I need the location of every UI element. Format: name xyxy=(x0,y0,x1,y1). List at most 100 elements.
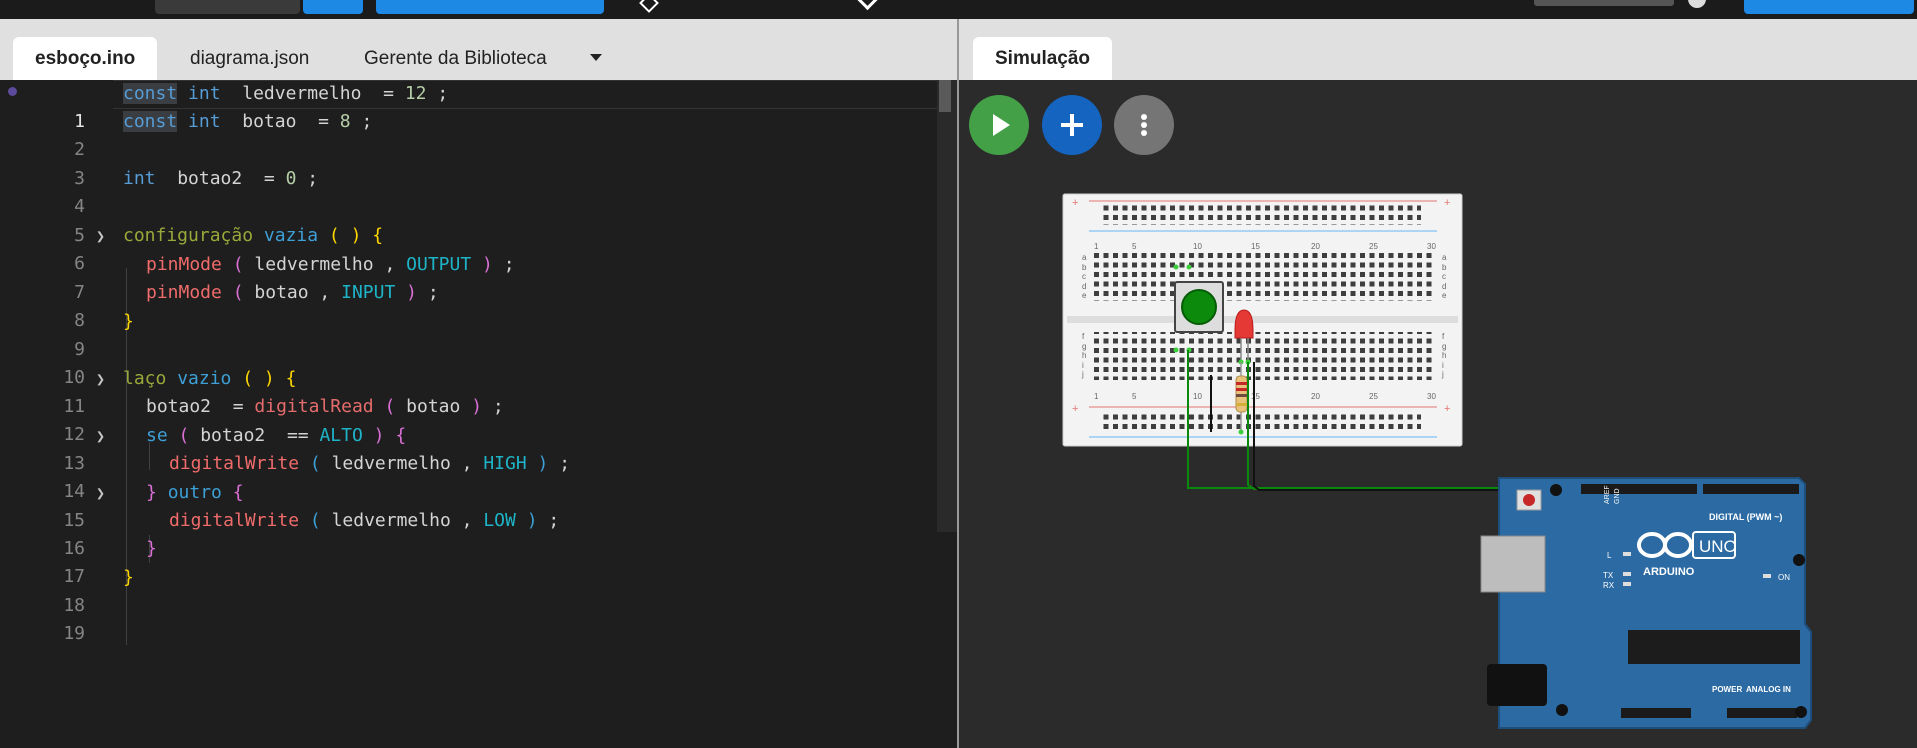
play-icon xyxy=(993,114,1010,136)
tab-library-manager[interactable]: Gerente da Biblioteca xyxy=(342,37,569,80)
function-name: digitalWrite xyxy=(169,453,300,474)
code-line: 16 digitalWrite ( ledvermelho , LOW ) ; xyxy=(0,507,940,559)
chevron-down-icon[interactable] xyxy=(590,54,602,61)
col-label: 20 xyxy=(1311,242,1320,251)
row-label: j xyxy=(1081,370,1084,379)
function-name: pinMode xyxy=(146,254,222,275)
semicolon: ; xyxy=(427,282,439,303)
simulation-canvas[interactable]: + + + + 1 5 10 15 20 25 30 1 5 10 15 20 … xyxy=(959,80,1917,748)
on-label: ON xyxy=(1778,573,1790,582)
breakpoint-icon[interactable] xyxy=(8,87,17,96)
keyword: vazia xyxy=(263,225,319,246)
svg-text:+: + xyxy=(1444,403,1450,415)
identifier: botao2 xyxy=(200,425,266,446)
row-label: g xyxy=(1442,342,1446,351)
type: int xyxy=(188,83,221,104)
code-editor[interactable]: 1 const int ledvermelho = 12 ; 2 const i… xyxy=(0,80,957,748)
rx-label: RX xyxy=(1603,581,1615,590)
identifier: botao xyxy=(254,282,309,303)
row-label: b xyxy=(1442,263,1447,272)
paren: ( xyxy=(328,225,340,246)
identifier: ledvermelho xyxy=(331,453,451,474)
fold-chevron-icon[interactable]: ❯ xyxy=(96,365,105,393)
semicolon: ; xyxy=(548,510,560,531)
scrollbar-thumb[interactable] xyxy=(939,80,951,112)
identifier: ledvermelho xyxy=(242,83,362,104)
paren: ( xyxy=(242,368,254,389)
brace: { xyxy=(232,482,244,503)
tab-diagram[interactable]: diagrama.json xyxy=(168,37,331,80)
col-label: 5 xyxy=(1132,242,1137,251)
number: 0 xyxy=(285,168,297,189)
paren: ( xyxy=(384,396,396,417)
arduino-uno[interactable]: UNO ARDUINO DIGITAL (PWM ~) POWER ANALOG… xyxy=(1480,477,1812,729)
constant: INPUT xyxy=(341,282,396,303)
row-label: h xyxy=(1442,351,1446,360)
col-label: 20 xyxy=(1311,392,1320,401)
avatar[interactable] xyxy=(1688,0,1706,8)
paren: ) xyxy=(406,282,417,303)
col-label: 15 xyxy=(1251,242,1260,251)
toolbar-control[interactable] xyxy=(155,0,300,14)
keyword: se xyxy=(146,425,168,446)
brace: } xyxy=(146,482,157,503)
identifier: botao xyxy=(406,396,461,417)
keyword: outro xyxy=(167,482,222,503)
constant: ALTO xyxy=(319,425,363,446)
toolbar-action-button[interactable] xyxy=(1744,0,1914,14)
svg-text:+: + xyxy=(1072,403,1078,415)
brace: } xyxy=(123,311,134,332)
row-label: g xyxy=(1082,342,1086,351)
paren: ( xyxy=(232,282,244,303)
semicolon: ; xyxy=(361,111,373,132)
identifier: botao xyxy=(242,111,297,132)
gnd-label: GND xyxy=(1614,488,1621,504)
code-line: 19 xyxy=(0,592,940,644)
operator: = xyxy=(383,83,394,104)
chevron-icon[interactable] xyxy=(856,0,879,11)
toolbar-wide-button[interactable] xyxy=(376,0,604,14)
col-label: 25 xyxy=(1369,242,1378,251)
semicolon: ; xyxy=(492,396,504,417)
semicolon: ; xyxy=(307,168,319,189)
constant: OUTPUT xyxy=(406,254,472,275)
fold-chevron-icon[interactable]: ❯ xyxy=(96,479,105,507)
editor-scrollbar[interactable] xyxy=(937,80,957,532)
row-label: c xyxy=(1442,272,1446,281)
breadboard[interactable]: + + + + 1 5 10 15 20 25 30 1 5 10 15 20 … xyxy=(1062,193,1463,447)
fold-chevron-icon[interactable]: ❯ xyxy=(96,422,105,450)
identifier: botao2 xyxy=(177,168,243,189)
analog-label: ANALOG IN xyxy=(1746,685,1791,694)
row-label: a xyxy=(1082,253,1087,262)
fold-chevron-icon[interactable]: ❯ xyxy=(96,222,105,250)
tab-sketch[interactable]: esboço.ino xyxy=(13,37,158,80)
col-label: 5 xyxy=(1132,392,1137,401)
diamond-icon xyxy=(639,0,659,13)
operator: = xyxy=(232,396,244,417)
col-label: 1 xyxy=(1094,392,1099,401)
tab-simulation[interactable]: Simulação xyxy=(973,37,1113,80)
identifier: botao2 xyxy=(146,396,212,417)
toolbar-button[interactable] xyxy=(303,0,363,14)
constant: LOW xyxy=(483,510,516,531)
more-options-button[interactable] xyxy=(1114,95,1174,155)
add-part-button[interactable] xyxy=(1042,95,1102,155)
semicolon: ; xyxy=(559,453,571,474)
digital-label: DIGITAL (PWM ~) xyxy=(1709,512,1782,522)
constant: HIGH xyxy=(483,453,527,474)
svg-text:+: + xyxy=(1444,197,1450,209)
row-label: j xyxy=(1441,370,1444,379)
paren: ) xyxy=(537,453,549,474)
power-label: POWER xyxy=(1712,685,1742,694)
code-line: 15 ❯ } outro { xyxy=(0,479,940,531)
row-label: d xyxy=(1082,282,1086,291)
play-button[interactable] xyxy=(969,95,1029,155)
col-label: 10 xyxy=(1193,392,1202,401)
paren: ( xyxy=(309,510,321,531)
function-name: digitalWrite xyxy=(169,510,300,531)
toolbar-text xyxy=(1534,0,1674,6)
code-line: 3 xyxy=(0,137,940,189)
code-line: 6 ❯ configuração vazia ( ) { xyxy=(0,222,940,274)
top-toolbar xyxy=(0,0,1917,19)
row-label: b xyxy=(1082,263,1087,272)
